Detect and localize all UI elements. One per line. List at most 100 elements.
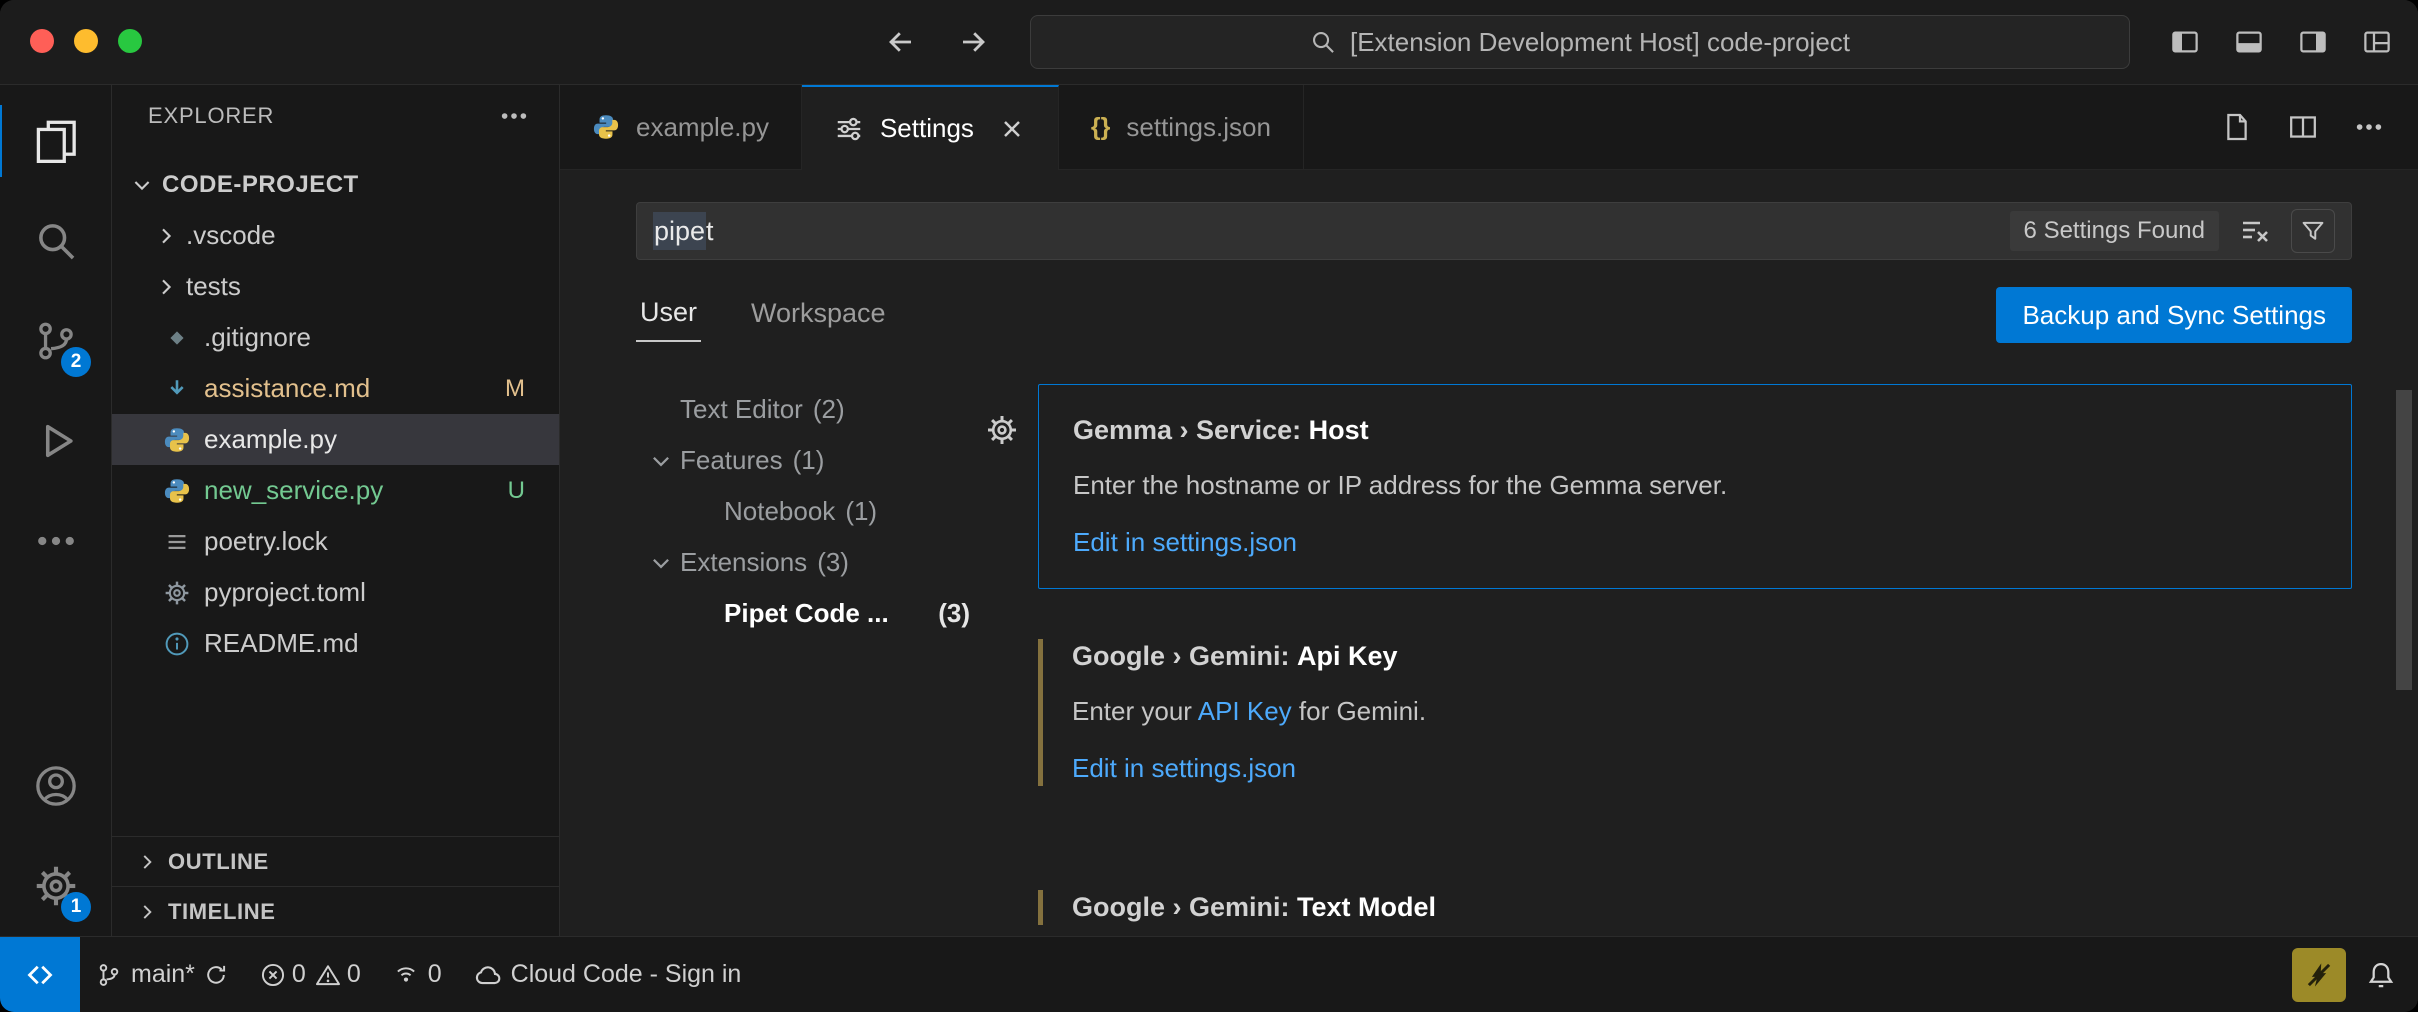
customize-layout-icon[interactable] <box>2362 27 2392 57</box>
settings-toc: Text Editor (2) Features (1) Notebook (1… <box>636 384 986 936</box>
setting-gemini-text-model[interactable]: Google › Gemini: Text Model <box>1038 866 2352 936</box>
close-tab-button[interactable] <box>998 115 1026 143</box>
close-icon <box>998 115 1026 143</box>
tree-file-new-service[interactable]: new_service.py U <box>112 465 559 516</box>
tree-folder-vscode[interactable]: .vscode <box>112 210 559 261</box>
vscode-window: [Extension Development Host] code-projec… <box>0 0 2418 1012</box>
toc-features[interactable]: Features (1) <box>636 435 986 486</box>
folder-label: tests <box>186 271 241 302</box>
tree-folder-tests[interactable]: tests <box>112 261 559 312</box>
branch-status-item[interactable]: main* <box>80 937 244 1012</box>
chevron-down-icon <box>130 173 154 197</box>
toc-text-editor[interactable]: Text Editor (2) <box>636 384 986 435</box>
macos-window-controls <box>30 29 142 53</box>
search-value: pipet <box>653 216 714 247</box>
tree-root-folder[interactable]: CODE-PROJECT <box>112 159 559 210</box>
ports-status-item[interactable]: 0 <box>377 937 458 1012</box>
toggle-panel-icon[interactable] <box>2234 27 2264 57</box>
python-icon <box>592 113 620 141</box>
forward-arrow-icon[interactable] <box>957 26 989 58</box>
toggle-secondary-sidebar-icon[interactable] <box>2298 27 2328 57</box>
modified-indicator <box>1038 890 1043 925</box>
tree-file-poetry-lock[interactable]: poetry.lock <box>112 516 559 567</box>
command-center[interactable]: [Extension Development Host] code-projec… <box>1030 15 2130 69</box>
activity-search[interactable] <box>0 191 111 291</box>
tab-example-py[interactable]: example.py <box>560 85 802 169</box>
more-actions-icon[interactable] <box>2354 112 2384 142</box>
tab-label: Settings <box>880 113 974 144</box>
minimize-window-button[interactable] <box>74 29 98 53</box>
root-folder-label: CODE-PROJECT <box>162 171 359 199</box>
setting-gemma-service-host[interactable]: Gemma › Service: Host Enter the hostname… <box>1038 384 2352 589</box>
close-window-button[interactable] <box>30 29 54 53</box>
toc-label: Extensions <box>680 547 807 578</box>
problems-status-item[interactable]: 0 0 <box>244 937 377 1012</box>
setting-description: Enter the hostname or IP address for the… <box>1073 470 2317 501</box>
setting-title: Google › Gemini: Text Model <box>1072 892 2318 923</box>
open-settings-json-icon[interactable] <box>2222 112 2252 142</box>
file-label: poetry.lock <box>204 526 328 557</box>
edit-in-settings-json-link[interactable]: Edit in settings.json <box>1073 527 1297 558</box>
tree-file-readme[interactable]: README.md <box>112 618 559 669</box>
file-label: README.md <box>204 628 359 659</box>
explorer-more-actions-icon[interactable] <box>499 101 529 131</box>
toc-count: (3) <box>938 598 970 629</box>
warning-count: 0 <box>347 960 361 989</box>
tree-file-pyproject[interactable]: pyproject.toml <box>112 567 559 618</box>
file-label: pyproject.toml <box>204 577 366 608</box>
explorer-title: EXPLORER <box>148 103 274 129</box>
tree-file-example[interactable]: example.py <box>112 414 559 465</box>
activity-accounts[interactable] <box>0 736 111 836</box>
files-icon <box>34 119 78 163</box>
api-key-link[interactable]: API Key <box>1198 696 1292 726</box>
activity-more[interactable] <box>0 491 111 591</box>
scope-tab-user[interactable]: User <box>636 289 701 342</box>
setting-title: Gemma › Service: Host <box>1073 415 2317 446</box>
error-icon <box>260 962 286 988</box>
chevron-right-icon <box>154 224 178 248</box>
timeline-section-header[interactable]: TIMELINE <box>112 886 559 936</box>
clear-search-results-icon[interactable] <box>2239 215 2271 247</box>
setting-gemini-api-key[interactable]: Google › Gemini: Api Key Enter your API … <box>1038 615 2352 810</box>
settings-list: Gemma › Service: Host Enter the hostname… <box>1038 384 2352 936</box>
back-arrow-icon[interactable] <box>885 26 917 58</box>
setting-actions-gear-icon[interactable] <box>986 414 1018 446</box>
toc-notebook[interactable]: Notebook (1) <box>636 486 986 537</box>
activity-settings[interactable]: 1 <box>0 836 111 936</box>
tree-file-assistance[interactable]: assistance.md M <box>112 363 559 414</box>
extension-dev-host-indicator[interactable] <box>2292 948 2346 1002</box>
edit-in-settings-json-link[interactable]: Edit in settings.json <box>1072 753 1296 784</box>
tab-settings[interactable]: Settings <box>802 85 1059 170</box>
cloud-code-status-item[interactable]: Cloud Code - Sign in <box>458 937 758 1012</box>
activity-bar: 2 1 <box>0 85 112 936</box>
zoom-window-button[interactable] <box>118 29 142 53</box>
filter-settings-button[interactable] <box>2291 209 2335 253</box>
window-title: [Extension Development Host] code-projec… <box>1350 27 1850 58</box>
backup-sync-settings-button[interactable]: Backup and Sync Settings <box>1996 287 2352 343</box>
python-icon <box>163 477 191 505</box>
outline-label: OUTLINE <box>168 849 269 875</box>
split-editor-icon[interactable] <box>2288 112 2318 142</box>
outline-section-header[interactable]: OUTLINE <box>112 836 559 886</box>
editor-tab-bar: example.py Settings {} settings.json <box>560 85 2418 170</box>
editor-group: example.py Settings {} settings.json <box>560 85 2418 936</box>
chevron-right-icon <box>136 901 158 923</box>
activity-source-control[interactable]: 2 <box>0 291 111 391</box>
chevron-right-icon <box>136 851 158 873</box>
toc-extensions[interactable]: Extensions (3) <box>636 537 986 588</box>
remote-indicator[interactable] <box>0 937 80 1012</box>
toggle-sidebar-icon[interactable] <box>2170 27 2200 57</box>
tab-settings-json[interactable]: {} settings.json <box>1059 85 1304 169</box>
chevron-down-icon <box>648 448 674 474</box>
activity-run-debug[interactable] <box>0 391 111 491</box>
vertical-scrollbar[interactable] <box>2396 390 2412 690</box>
scope-tab-workspace[interactable]: Workspace <box>747 290 890 341</box>
bell-icon[interactable] <box>2366 960 2396 990</box>
toc-pipet-code[interactable]: Pipet Code ... (3) <box>636 588 986 639</box>
toc-count: (1) <box>793 445 825 476</box>
tree-file-gitignore[interactable]: .gitignore <box>112 312 559 363</box>
account-icon <box>34 764 78 808</box>
activity-explorer[interactable] <box>0 91 111 191</box>
settings-search-input[interactable]: pipet 6 Settings Found <box>636 202 2352 260</box>
settings-editor: pipet 6 Settings Found User Workspace Ba… <box>560 170 2418 936</box>
